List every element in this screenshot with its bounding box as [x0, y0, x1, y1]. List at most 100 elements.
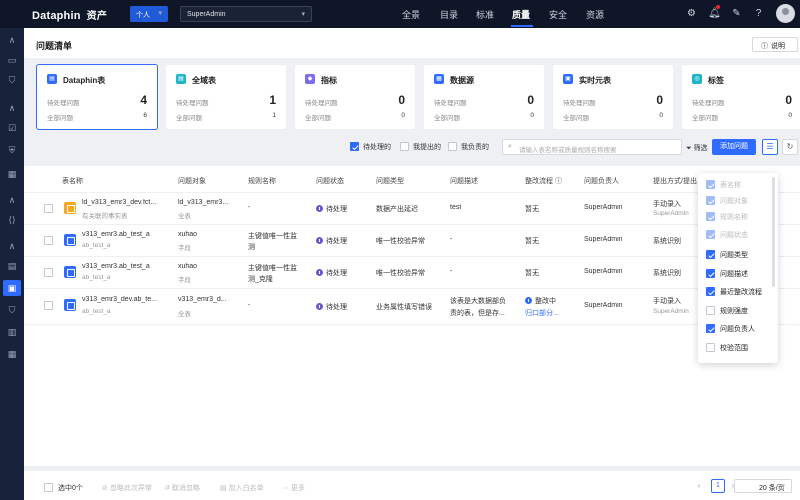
table-name[interactable]: v313_emr3_dev.ab_te... — [82, 296, 174, 303]
col-header-object[interactable]: 问题对象 — [178, 176, 206, 186]
col-header-type[interactable]: 问题类型 — [376, 176, 404, 186]
status-icon — [316, 303, 323, 310]
flow-link[interactable]: 归口部分... — [525, 308, 559, 318]
filter-button[interactable]: ⏷ 筛选 — [686, 143, 708, 153]
table-row[interactable]: v313_emr3.ab_test_a ab_test_a xuhao 字段 主… — [24, 257, 800, 289]
robot-icon[interactable]: ⚙ — [685, 7, 698, 20]
flow-status: 暂无 — [525, 238, 539, 245]
nav-security[interactable]: 安全 — [549, 8, 567, 21]
issue-desc: test — [450, 204, 462, 211]
message-icon[interactable]: ▭ — [6, 54, 18, 66]
table-row[interactable]: ld_v313_emr3_dev.fct... 有关联的事实表 ld_v313_… — [24, 193, 800, 225]
mode-select[interactable]: 个人 ▾ — [130, 6, 168, 22]
table-name[interactable]: ld_v313_emr3_dev.fct... — [82, 199, 174, 206]
owned-by-me-checkbox[interactable] — [448, 142, 457, 151]
cancel-ignore-button[interactable]: ↺ 取消忽略 — [164, 483, 200, 493]
col-header-raise[interactable]: 提出方式/提出 — [653, 176, 697, 186]
card-dataphin-table[interactable]: ▤ Dataphin表 待处理问题 4 全部问题 6 — [36, 64, 158, 130]
column-checkbox[interactable] — [706, 343, 715, 352]
collapse-icon[interactable]: ∧ — [6, 194, 18, 206]
rule-name-cont: 测 — [248, 244, 255, 251]
bell-icon[interactable]: 🔔︎ — [708, 7, 721, 20]
project-select[interactable]: SuperAdmin ▾ — [180, 6, 312, 22]
app-logo[interactable]: Dataphin 资产 — [32, 7, 107, 22]
collapse-icon[interactable]: ∧ — [6, 240, 18, 252]
table-name[interactable]: v313_emr3.ab_test_a — [82, 263, 174, 270]
code-icon[interactable]: ⟨⟩ — [6, 214, 18, 226]
tools-icon[interactable]: ✎ — [730, 7, 743, 20]
card-datasource[interactable]: ▦ 数据源 待处理问题 0 全部问题 0 — [423, 64, 545, 130]
nav-standard[interactable]: 标准 — [476, 8, 494, 21]
add-whitelist-button[interactable]: ▤ 加入白名单 — [220, 483, 264, 493]
row-checkbox[interactable] — [44, 268, 53, 277]
select-all-checkbox[interactable] — [44, 483, 53, 492]
prev-page-button[interactable]: ‹ — [692, 479, 706, 493]
card-metric[interactable]: ◆ 指标 待处理问题 0 全部问题 0 — [294, 64, 416, 130]
refresh-icon: ↻ — [786, 142, 794, 151]
col-header-status[interactable]: 问题状态 — [316, 176, 344, 186]
card-global-table[interactable]: ▤ 全域表 待处理问题 1 全部问题 1 — [165, 64, 287, 130]
nav-quality[interactable]: 质量 — [512, 8, 530, 21]
shield-icon[interactable]: ⛉ — [6, 74, 18, 86]
avatar[interactable] — [776, 4, 795, 23]
pending-checkbox[interactable] — [350, 142, 359, 151]
object-type: 全表 — [178, 311, 191, 318]
collapse-icon[interactable]: ∧ — [6, 102, 18, 114]
nav-resource[interactable]: 资源 — [586, 8, 604, 21]
nav-overview[interactable]: 全景 — [402, 8, 420, 21]
raise-method: 手动录入 — [653, 201, 681, 208]
column-checkbox[interactable] — [706, 269, 715, 278]
shield-check-icon[interactable]: ⛨ — [6, 144, 18, 156]
refresh-button[interactable]: ↻ — [782, 139, 798, 155]
col-header-rule[interactable]: 规则名称 — [248, 176, 276, 186]
database-icon: ▦ — [434, 74, 444, 84]
column-checkbox[interactable] — [706, 287, 715, 296]
column-checkbox[interactable] — [706, 306, 715, 315]
check-list-icon[interactable]: ☑ — [6, 122, 18, 134]
col-header-flow[interactable]: 整改流程 ⓘ — [525, 176, 562, 186]
calendar-icon[interactable]: ▦ — [6, 348, 18, 360]
chevron-down-icon: ▾ — [781, 483, 785, 490]
col-header-owner[interactable]: 问题负责人 — [584, 176, 619, 186]
col-header-desc[interactable]: 问题描述 — [450, 176, 478, 186]
raised-by-me-checkbox[interactable] — [400, 142, 409, 151]
nav-catalog[interactable]: 目录 — [440, 8, 458, 21]
report-icon[interactable]: ▥ — [6, 326, 18, 338]
raise-method: 系统识别 — [653, 238, 681, 245]
tag-icon: ◎ — [692, 74, 702, 84]
page-size-select[interactable]: 20 条/页 ▾ — [734, 479, 792, 493]
column-checkbox — [706, 196, 715, 205]
card-realtime-table[interactable]: ▣ 实时元表 待处理问题 0 全部问题 0 — [552, 64, 674, 130]
card-tag[interactable]: ◎ 标签 待处理问题 0 全部问题 0 — [681, 64, 800, 130]
table-row[interactable]: v313_emr3_dev.ab_te... ab_test_a v313_em… — [24, 289, 800, 325]
more-actions-button[interactable]: ⋯ 更多 — [282, 483, 305, 493]
collapse-icon[interactable]: ∧ — [6, 34, 18, 46]
row-checkbox[interactable] — [44, 204, 53, 213]
issue-type: 唯一性校验异常 — [376, 238, 425, 245]
rule-name: 主键值唯一性监 — [248, 233, 297, 240]
whitelist-icon: ▤ — [220, 485, 227, 492]
search-input[interactable]: ⌕ 请输入表名称或质量规则名称搜索 — [502, 139, 682, 155]
column-settings-button[interactable]: ☰ — [762, 139, 778, 155]
issue-list-icon[interactable]: ▣ — [3, 280, 21, 296]
help-icon[interactable]: ? — [752, 7, 765, 20]
row-checkbox[interactable] — [44, 236, 53, 245]
table-name[interactable]: v313_emr3.ab_test_a — [82, 231, 174, 238]
column-checkbox[interactable] — [706, 250, 715, 259]
grid-icon[interactable]: ▦ — [6, 168, 18, 180]
add-issue-button[interactable]: 添加问题 — [712, 139, 756, 155]
help-button[interactable]: ⓘ 说明 — [752, 37, 798, 52]
row-checkbox[interactable] — [44, 301, 53, 310]
col-header-table-name[interactable]: 表名称 — [62, 176, 83, 186]
shield-icon[interactable]: ⛉ — [6, 304, 18, 316]
column-checkbox[interactable] — [706, 324, 715, 333]
document-icon[interactable]: ▤ — [6, 260, 18, 272]
ignore-exception-button[interactable]: ⊘ 忽略此次异常 — [102, 483, 152, 493]
page-title: 问题清单 — [36, 41, 73, 51]
flow-status: 暂无 — [525, 206, 539, 213]
status-icon — [316, 237, 323, 244]
current-page[interactable]: 1 — [711, 479, 725, 493]
dropdown-scrollbar[interactable] — [772, 177, 775, 287]
issue-desc: 该表是大数据部负 — [450, 298, 506, 305]
table-row[interactable]: v313_emr3.ab_test_a ab_test_a xuhao 字段 主… — [24, 225, 800, 257]
